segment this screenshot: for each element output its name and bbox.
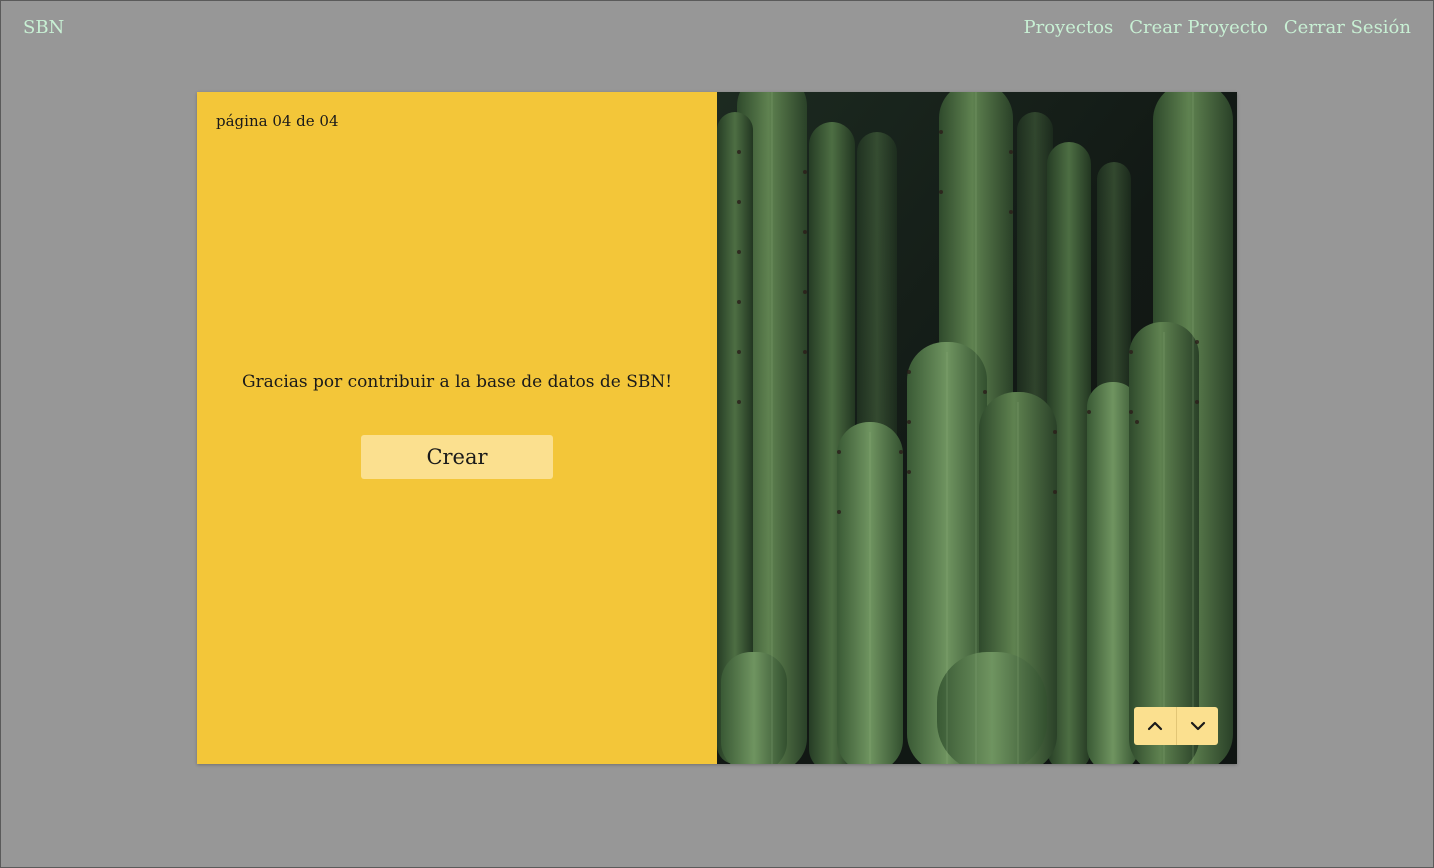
chevron-down-icon (1190, 719, 1206, 734)
top-nav: Proyectos Crear Proyecto Cerrar Sesión (1024, 17, 1412, 38)
create-button[interactable]: Crear (361, 435, 553, 479)
nav-link-projects[interactable]: Proyectos (1024, 17, 1114, 38)
page-navigation (1134, 707, 1218, 745)
form-card: página 04 de 04 Gracias por contribuir a… (197, 92, 1237, 764)
nav-link-logout[interactable]: Cerrar Sesión (1284, 17, 1411, 38)
previous-page-button[interactable] (1134, 707, 1176, 745)
next-page-button[interactable] (1176, 707, 1218, 745)
cactus-photo (717, 92, 1237, 764)
nav-link-create-project[interactable]: Crear Proyecto (1129, 17, 1268, 38)
chevron-up-icon (1147, 719, 1163, 734)
brand-link[interactable]: SBN (23, 17, 64, 38)
page-indicator: página 04 de 04 (216, 112, 339, 130)
thank-you-message: Gracias por contribuir a la base de dato… (241, 372, 673, 392)
app-window: SBN Proyectos Crear Proyecto Cerrar Sesi… (0, 0, 1434, 868)
cactus-illustration (717, 92, 1237, 764)
form-panel: página 04 de 04 Gracias por contribuir a… (197, 92, 717, 764)
